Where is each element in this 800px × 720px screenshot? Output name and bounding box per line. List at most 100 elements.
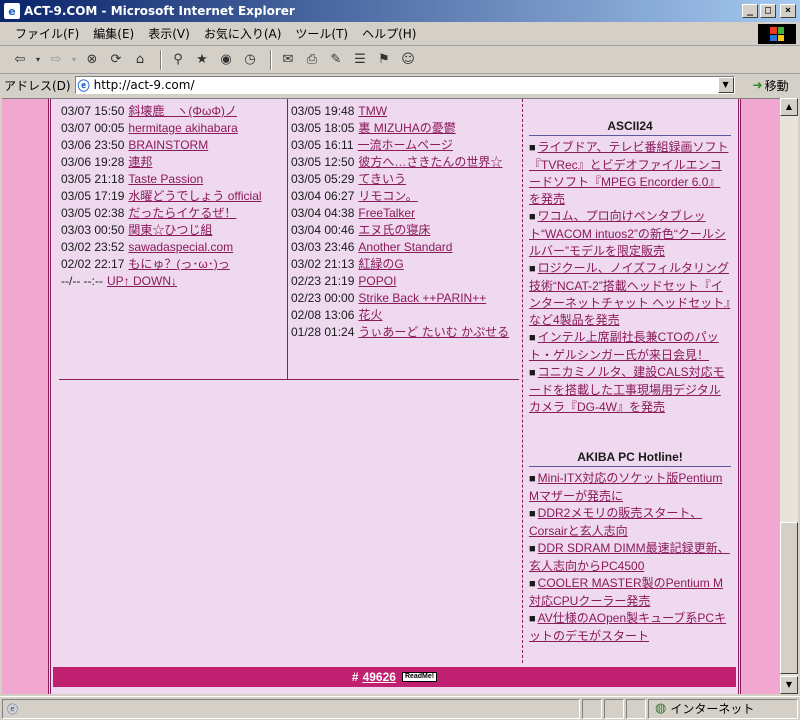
- status-cell: [582, 698, 602, 719]
- windows-logo-icon: [758, 24, 796, 44]
- address-input[interactable]: ⓔ http://act-9.com/ ▼: [74, 76, 735, 94]
- news-item: ■ ロジクール、ノイズフィルタリング技術“NCAT-2”搭載ヘッドセット『インター…: [529, 260, 731, 329]
- news-link[interactable]: ロジクール、ノイズフィルタリング技術“NCAT-2”搭載ヘッドセット『インターネ…: [529, 261, 730, 327]
- back-icon[interactable]: ⇦: [10, 50, 30, 70]
- update-list-left: 03/07 15:50 斜壊鹿 ヽ(ΦωΦ)ノ 03/07 00:05 hermit…: [61, 103, 287, 290]
- news-item: ■ COOLER MASTER製のPentium M対応CPUクーラー発売: [529, 575, 731, 610]
- akiba-heading: AKIBA PC Hotline!: [529, 450, 731, 467]
- news-item: ■ ライブドア、テレビ番組録画ソフト『TVRec』とビデオファイルエンコードソフト…: [529, 139, 731, 208]
- close-button[interactable]: ×: [780, 4, 796, 18]
- site-link[interactable]: 紅緑のG: [358, 257, 403, 271]
- news-item: ■ ワコム、プロ向けペンタブレット“WACOM intuos2”の新色“クールシル…: [529, 208, 731, 260]
- site-link[interactable]: sawadaspecial.com: [128, 240, 233, 254]
- news-link[interactable]: AV仕様のAOpen製キューブ系PCキットのデモがスタート: [529, 611, 726, 643]
- up-down-link[interactable]: UP↑ DOWN↓: [107, 274, 177, 288]
- media-icon[interactable]: ◉: [216, 50, 236, 70]
- site-link[interactable]: 裏 MIZUHAの憂鬱: [358, 121, 455, 135]
- favorites-icon[interactable]: ★: [192, 50, 212, 70]
- site-link[interactable]: エヌ氏の寝床: [358, 223, 430, 237]
- site-link[interactable]: だったらイケるぜ！: [128, 206, 236, 220]
- page-viewport: 03/07 15:50 斜壊鹿 ヽ(ΦωΦ)ノ 03/07 00:05 hermit…: [2, 98, 780, 694]
- site-link[interactable]: 斜壊鹿 ヽ(ΦωΦ)ノ: [128, 104, 237, 118]
- menu-favorites[interactable]: お気に入り(A): [197, 23, 289, 44]
- news-sidebar: ASCII24 ■ ライブドア、テレビ番組録画ソフト『TVRec』とビデオファイル…: [529, 119, 731, 645]
- list-item: 03/02 23:52 sawadaspecial.com: [61, 240, 234, 254]
- site-link[interactable]: FreeTalker: [358, 206, 415, 220]
- list-item: 03/05 05:29 てきいう: [291, 172, 407, 186]
- stop-icon[interactable]: ⊗: [82, 50, 102, 70]
- forward-icon[interactable]: ⇨: [46, 50, 66, 70]
- site-link[interactable]: 彼方へ…さきたんの世界☆: [358, 155, 502, 169]
- mail-icon[interactable]: ✉: [278, 50, 298, 70]
- zone-label: インターネット: [670, 702, 755, 716]
- news-item: ■ DDR2メモリの販売スタート、Corsairと玄人志向: [529, 505, 731, 540]
- site-link[interactable]: 花火: [358, 308, 382, 322]
- site-link[interactable]: POPOI: [358, 274, 396, 288]
- news-link[interactable]: コニカミノルタ、建設CALS対応モードを搭載した工事現場用デジタルカメラ『DG-…: [529, 365, 725, 414]
- messenger-icon[interactable]: ☺: [398, 50, 418, 70]
- status-text: ⓔ: [2, 698, 580, 719]
- edit-icon[interactable]: ✎: [326, 50, 346, 70]
- readme-badge[interactable]: ReadMe!: [401, 672, 438, 682]
- menu-tools[interactable]: ツール(T): [288, 23, 355, 44]
- list-item: 03/05 16:11 一流ホームページ: [291, 138, 453, 152]
- news-link[interactable]: DDR2メモリの販売スタート、Corsairと玄人志向: [529, 506, 702, 538]
- site-link[interactable]: 連邦: [128, 155, 152, 169]
- news-link[interactable]: Mini-ITX対応のソケット版Pentium Mマザーが発売に: [529, 471, 722, 503]
- search-icon[interactable]: ⚲: [168, 50, 188, 70]
- address-dropdown-icon[interactable]: ▼: [717, 77, 734, 93]
- minimize-button[interactable]: _: [742, 4, 758, 18]
- site-link[interactable]: 一流ホームページ: [358, 138, 453, 152]
- history-icon[interactable]: ◷: [240, 50, 260, 70]
- toolbar-separator: [270, 49, 272, 70]
- site-link[interactable]: Taste Passion: [128, 172, 203, 186]
- site-link[interactable]: TMW: [358, 104, 387, 118]
- square-bullet-icon: ■: [529, 473, 536, 485]
- research-icon[interactable]: ⚑: [374, 50, 394, 70]
- site-link[interactable]: Another Standard: [358, 240, 452, 254]
- list-item: 02/23 00:00 Strike Back ++PARIN++: [291, 291, 487, 305]
- forward-dropdown-icon[interactable]: ▾: [70, 50, 78, 70]
- scroll-up-icon[interactable]: ▲: [780, 98, 798, 116]
- menu-file[interactable]: ファイル(F): [8, 23, 86, 44]
- news-link[interactable]: インテル上席副社長兼CTOのパット・ゲルシンガー氏が来日会見！: [529, 330, 719, 362]
- ascii24-heading: ASCII24: [529, 119, 731, 136]
- square-bullet-icon: ■: [529, 332, 536, 344]
- discuss-icon[interactable]: ☰: [350, 50, 370, 70]
- list-item: 03/03 23:46 Another Standard: [291, 240, 453, 254]
- print-icon[interactable]: ⎙: [302, 50, 322, 70]
- list-item: 03/05 17:19 水曜どうでしょう official: [61, 189, 262, 203]
- ie-icon: e: [4, 3, 20, 19]
- site-link[interactable]: Strike Back ++PARIN++: [358, 291, 486, 305]
- home-icon[interactable]: ⌂: [130, 50, 150, 70]
- go-button[interactable]: ➜ 移動: [753, 77, 789, 94]
- maximize-button[interactable]: □: [760, 4, 776, 18]
- back-dropdown-icon[interactable]: ▾: [34, 50, 42, 70]
- news-link[interactable]: ライブドア、テレビ番組録画ソフト『TVRec』とビデオファイルエンコードソフト『…: [529, 140, 728, 206]
- site-link[interactable]: てきいう: [358, 172, 406, 186]
- list-item: 03/06 19:28 連邦: [61, 155, 153, 169]
- news-link[interactable]: DDR SDRAM DIMM最速記録更新、玄人志向からPC4500: [529, 541, 730, 573]
- site-link[interactable]: hermitage akihabara: [128, 121, 237, 135]
- site-link[interactable]: BRAINSTORM: [128, 138, 208, 152]
- site-link[interactable]: リモコン。: [358, 189, 417, 203]
- visitor-counter-link[interactable]: 49626: [363, 670, 396, 684]
- site-link[interactable]: もにゅ？(っ･ω･)っ: [128, 257, 229, 271]
- refresh-icon[interactable]: ⟳: [106, 50, 126, 70]
- site-link[interactable]: うぃあーど たいむ かぷせる: [358, 325, 509, 339]
- vertical-scrollbar[interactable]: ▲ ▼: [780, 98, 798, 694]
- site-link[interactable]: 関東☆ひつじ組: [128, 223, 212, 237]
- list-item: 03/06 23:50 BRAINSTORM: [61, 138, 209, 152]
- site-link[interactable]: 水曜どうでしょう official: [128, 189, 261, 203]
- list-item: 03/03 00:50 関東☆ひつじ組: [61, 223, 213, 237]
- list-item: 03/04 04:38 FreeTalker: [291, 206, 416, 220]
- scroll-down-icon[interactable]: ▼: [780, 676, 798, 694]
- page-icon: ⓔ: [77, 78, 90, 93]
- scroll-thumb[interactable]: [780, 522, 798, 674]
- news-item: ■ DDR SDRAM DIMM最速記録更新、玄人志向からPC4500: [529, 540, 731, 575]
- news-link[interactable]: COOLER MASTER製のPentium M対応CPUクーラー発売: [529, 576, 723, 608]
- menu-view[interactable]: 表示(V): [141, 23, 197, 44]
- menu-edit[interactable]: 編集(E): [86, 23, 141, 44]
- menu-help[interactable]: ヘルプ(H): [355, 23, 423, 44]
- news-link[interactable]: ワコム、プロ向けペンタブレット“WACOM intuos2”の新色“クールシルバ…: [529, 209, 726, 258]
